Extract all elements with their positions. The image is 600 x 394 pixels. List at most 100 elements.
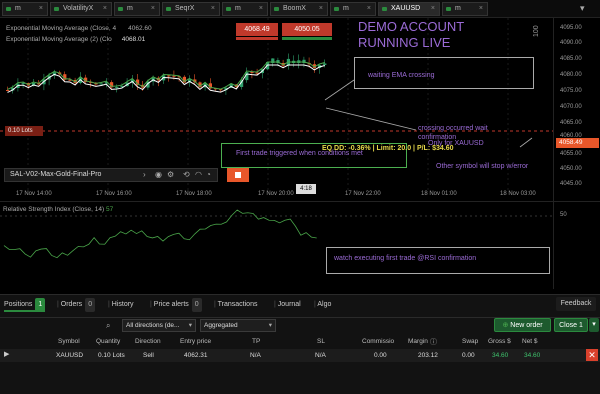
current-price-tag: 4058.49 bbox=[556, 138, 599, 148]
annotation-arrow bbox=[519, 137, 533, 148]
tab-positions[interactable]: Positions 1 bbox=[4, 298, 46, 312]
close-positions-button[interactable]: Close 1 bbox=[554, 318, 588, 332]
plus-icon: ⊕ bbox=[502, 322, 509, 329]
row-swap: 0.00 bbox=[462, 352, 475, 359]
rsi-tick: 50 bbox=[560, 212, 567, 218]
expand-row-icon[interactable]: ▶ bbox=[4, 350, 14, 360]
y-tick: 4070.00 bbox=[560, 104, 582, 110]
y-tick: 4045.00 bbox=[560, 181, 582, 187]
close-menu-chevron-icon[interactable]: ▾ bbox=[589, 318, 599, 332]
y-tick: 4055.00 bbox=[560, 151, 582, 157]
ask-price-box[interactable]: 4050.05 bbox=[282, 23, 332, 36]
robot-chevron-icon[interactable]: › bbox=[143, 170, 146, 179]
x-tick: 17 Nov 16:00 bbox=[96, 191, 132, 197]
other-symbol-annotation: Other symbol will stop w/error bbox=[436, 163, 529, 170]
price-axis[interactable]: 4095.00 4090.00 4085.00 4080.00 4075.00 … bbox=[553, 18, 600, 201]
robot-name: SAL-V02-Max-Gold-Final-Pro bbox=[10, 171, 102, 178]
y-tick: 4085.00 bbox=[560, 56, 582, 62]
close-icon[interactable]: × bbox=[319, 3, 323, 15]
crossing-annotation: crossing occurred wait bbox=[418, 125, 488, 132]
close-icon[interactable]: × bbox=[431, 3, 435, 15]
search-icon[interactable]: ⌕ bbox=[106, 321, 118, 333]
row-tp: N/A bbox=[250, 352, 261, 359]
tab-orders[interactable]: | Orders 0 bbox=[57, 298, 96, 312]
close-icon[interactable]: × bbox=[151, 3, 155, 15]
tab-history[interactable]: | History bbox=[108, 298, 134, 312]
row-symbol: XAUUSD bbox=[56, 352, 84, 359]
account-title: DEMO ACCOUNT bbox=[358, 19, 465, 34]
close-icon[interactable]: × bbox=[103, 3, 107, 15]
new-order-button[interactable]: ⊕ New order bbox=[494, 318, 551, 332]
robot-view-icon[interactable]: ◉ bbox=[155, 170, 162, 179]
candle-body bbox=[172, 75, 176, 77]
close-icon[interactable]: × bbox=[211, 3, 215, 15]
robot-settings-icon[interactable]: ⚙ bbox=[167, 170, 174, 179]
robot-speed-icon[interactable]: ◔ bbox=[206, 170, 211, 179]
price-chart[interactable]: Exponential Moving Average (Close, 4 4062… bbox=[0, 18, 553, 198]
watch-annotation: watch executing first trade @RSI confirm… bbox=[334, 255, 477, 262]
x-tick: 18 Nov 03:00 bbox=[500, 191, 536, 197]
close-icon[interactable]: × bbox=[479, 3, 483, 15]
y-tick: 4065.00 bbox=[560, 120, 582, 126]
col-tp[interactable]: TP bbox=[252, 338, 260, 345]
robot-gauge-icon[interactable]: ◠ bbox=[195, 170, 202, 179]
close-position-icon[interactable]: ✕ bbox=[586, 349, 598, 361]
robot-refresh-icon[interactable]: ⟲ bbox=[183, 170, 190, 179]
x-tick: 17 Nov 14:00 bbox=[16, 191, 52, 197]
close-icon[interactable]: × bbox=[39, 3, 43, 15]
tab-xauusd[interactable]: XAUUSD × bbox=[378, 2, 440, 16]
tab-boomx[interactable]: BoomX × bbox=[270, 2, 328, 16]
tab-seqrx[interactable]: SeqrX × bbox=[162, 2, 220, 16]
close-icon[interactable]: × bbox=[259, 3, 263, 15]
tab-unnamed-3[interactable]: m × bbox=[222, 2, 268, 16]
tab-unnamed-2[interactable]: m × bbox=[114, 2, 160, 16]
x-tick: 17 Nov 20:00 bbox=[258, 191, 294, 197]
col-sl[interactable]: SL bbox=[317, 338, 325, 345]
candle-body bbox=[323, 63, 327, 66]
position-lots-label[interactable]: 0.10 Lots bbox=[5, 126, 43, 136]
y-tick: 4050.00 bbox=[560, 166, 582, 172]
col-entry-price[interactable]: Entry price bbox=[180, 338, 211, 345]
tab-status-icon bbox=[382, 7, 387, 11]
rsi-legend: Relative Strength Index (Close, 14) 57 bbox=[3, 206, 114, 213]
bid-price-box[interactable]: 4068.49 bbox=[236, 23, 278, 36]
col-direction[interactable]: Direction bbox=[135, 338, 161, 345]
tab-unnamed-5[interactable]: m × bbox=[442, 2, 488, 16]
col-net[interactable]: Net $ bbox=[522, 338, 538, 345]
col-commission[interactable]: Commissio bbox=[362, 338, 394, 345]
close-icon[interactable]: × bbox=[367, 3, 371, 15]
tab-status-icon bbox=[226, 7, 231, 11]
tab-journal[interactable]: | Journal bbox=[274, 298, 301, 312]
account-subtitle: RUNNING LIVE bbox=[358, 35, 451, 50]
equity-drawdown-text: EQ DD: -0.36% | Limit: 20.0 | P/L: $34.6… bbox=[322, 145, 454, 152]
tab-algo[interactable]: | Algo bbox=[314, 298, 331, 312]
annotation-arrow bbox=[324, 79, 355, 101]
aggregation-select[interactable]: Aggregated ▾ bbox=[200, 319, 276, 332]
directions-select[interactable]: All directions (de... ▾ bbox=[122, 319, 196, 332]
col-swap[interactable]: Swap bbox=[462, 338, 478, 345]
tab-overflow-icon[interactable]: ▾ bbox=[580, 3, 594, 15]
x-tick: 17 Nov 22:00 bbox=[345, 191, 381, 197]
col-symbol[interactable]: Symbol bbox=[58, 338, 80, 345]
tab-volatilityx[interactable]: VolatilityX × bbox=[50, 2, 112, 16]
candle-body bbox=[167, 75, 171, 77]
tab-unnamed-1[interactable]: m × bbox=[2, 2, 48, 16]
row-direction: Sell bbox=[143, 352, 154, 359]
row-sl: N/A bbox=[315, 352, 326, 359]
feedback-button[interactable]: Feedback bbox=[556, 297, 596, 311]
col-gross[interactable]: Gross $ bbox=[488, 338, 511, 345]
row-margin: 203.12 bbox=[418, 352, 438, 359]
stop-robot-button[interactable] bbox=[227, 168, 249, 182]
col-quantity[interactable]: Quantity bbox=[96, 338, 120, 345]
tab-unnamed-4[interactable]: m × bbox=[330, 2, 376, 16]
tab-status-icon bbox=[446, 7, 451, 11]
rsi-panel[interactable]: Relative Strength Index (Close, 14) 57 w… bbox=[0, 201, 553, 289]
tab-transactions[interactable]: | Transactions bbox=[214, 298, 257, 312]
row-net: 34.60 bbox=[524, 352, 541, 359]
time-axis[interactable]: 17 Nov 14:00 17 Nov 16:00 17 Nov 18:00 1… bbox=[0, 191, 553, 201]
table-row[interactable] bbox=[0, 349, 600, 362]
row-commission: 0.00 bbox=[374, 352, 387, 359]
tab-price-alerts[interactable]: | Price alerts 0 bbox=[150, 298, 202, 312]
y-tick: 4090.00 bbox=[560, 40, 582, 46]
col-margin[interactable]: Margin bbox=[408, 338, 428, 345]
